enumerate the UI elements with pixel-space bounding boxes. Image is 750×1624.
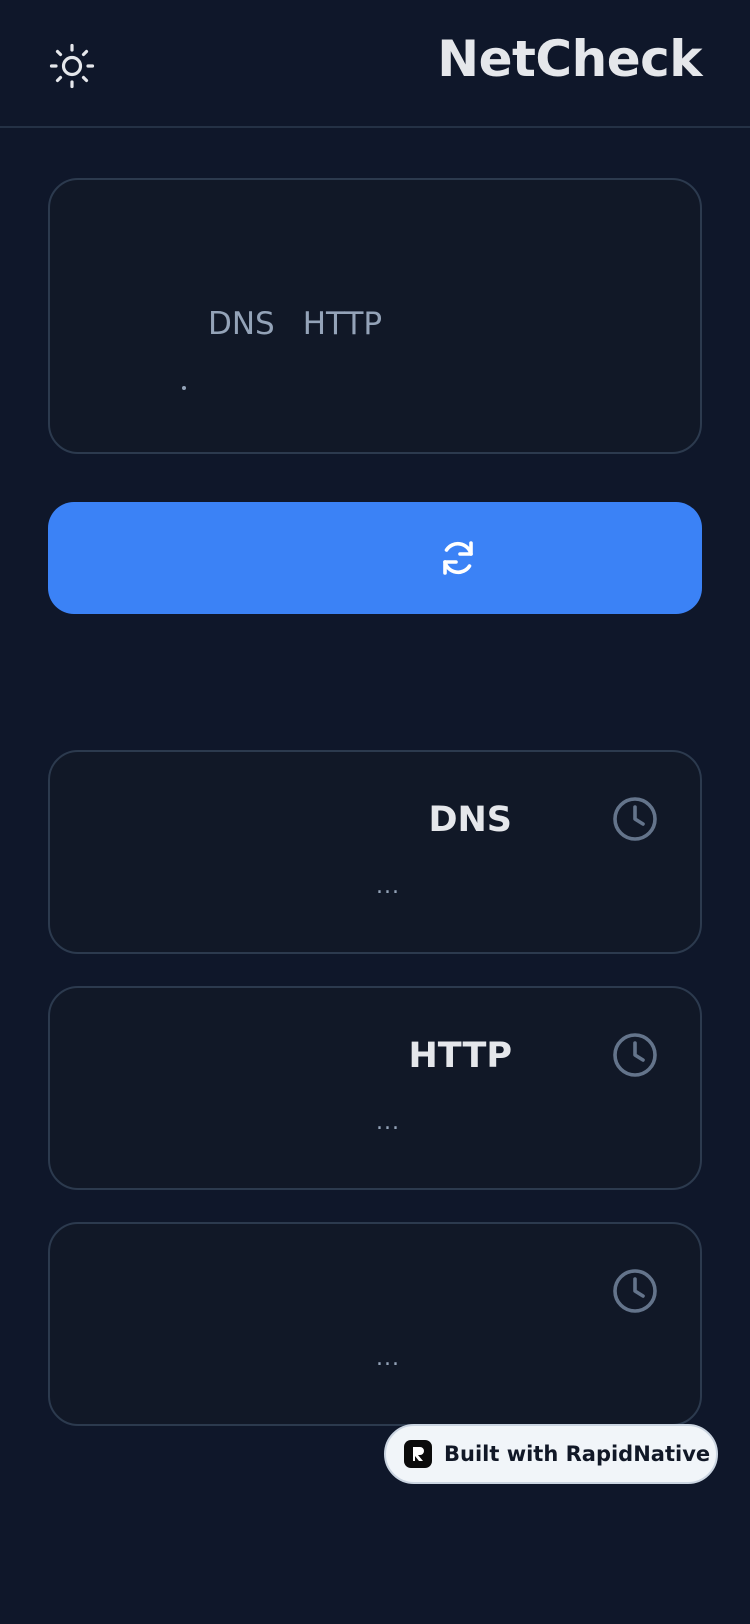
result-card-third: ... (48, 1222, 702, 1426)
run-check-button[interactable] (48, 502, 702, 614)
host-input[interactable] (182, 386, 186, 390)
result-status: ... (376, 1346, 400, 1371)
refresh-icon (443, 541, 473, 575)
result-title: HTTP (408, 1036, 513, 1076)
built-with-badge[interactable]: Built with RapidNative (384, 1424, 718, 1484)
clock-icon (613, 1033, 657, 1077)
tab-dns[interactable]: DNS (208, 306, 275, 342)
result-status: ... (376, 1110, 400, 1135)
result-status: ... (376, 874, 400, 899)
rapidnative-logo-icon (404, 1440, 432, 1468)
mode-tabs: DNS HTTP (208, 306, 382, 342)
sun-icon (49, 43, 95, 89)
result-card-http: HTTP ... (48, 986, 702, 1190)
result-card-dns: DNS ... (48, 750, 702, 954)
theme-toggle-button[interactable] (46, 40, 98, 92)
query-input-panel: DNS HTTP (48, 178, 702, 454)
clock-icon (613, 797, 657, 841)
clock-icon (613, 1269, 657, 1313)
app-header: NetCheck (0, 0, 750, 128)
badge-label: Built with RapidNative (444, 1442, 711, 1466)
app-title: NetCheck (437, 30, 702, 88)
tab-http[interactable]: HTTP (303, 306, 382, 342)
result-title: DNS (428, 800, 512, 840)
